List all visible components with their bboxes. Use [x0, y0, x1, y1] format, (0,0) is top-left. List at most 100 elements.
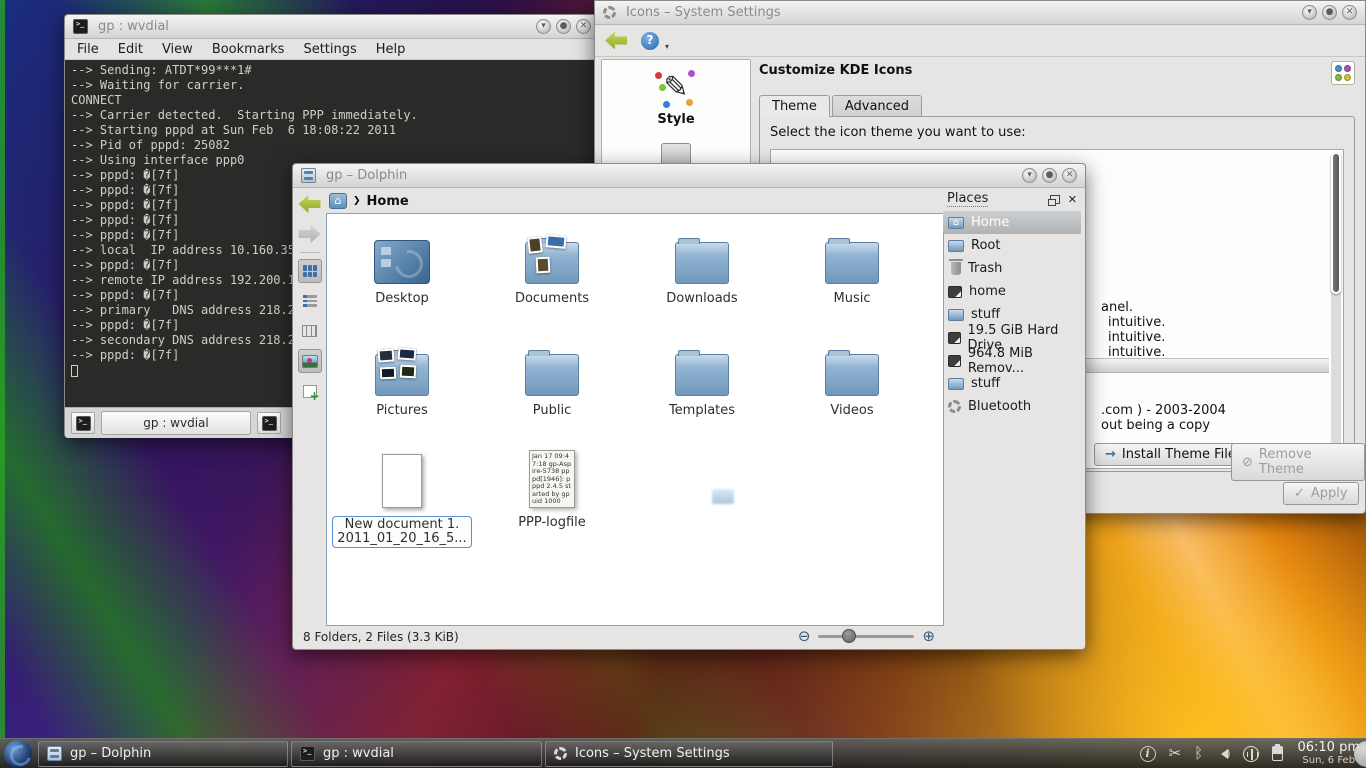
taskbar-task[interactable]: gp – Dolphin — [38, 741, 288, 767]
minimize-button[interactable]: ▾ — [536, 19, 551, 34]
places-item-label: 964.8 MiB Remov... — [968, 346, 1081, 376]
file-item[interactable]: Videos — [782, 336, 922, 448]
places-item-label: Home — [971, 215, 1009, 230]
dolphin-title: gp – Dolphin — [326, 168, 407, 183]
file-item[interactable]: New document 1.2011_01_20_16_5... — [332, 448, 472, 560]
kickoff-launcher-icon[interactable] — [4, 740, 32, 768]
places-item[interactable]: home — [943, 280, 1081, 303]
zoom-slider[interactable] — [818, 635, 914, 638]
menu-file[interactable]: File — [77, 42, 99, 57]
details-view-button[interactable] — [298, 289, 322, 313]
new-tab-button-2[interactable]: >_ — [257, 412, 281, 434]
file-item[interactable]: Downloads — [632, 224, 772, 336]
close-button[interactable]: ✕ — [1342, 5, 1357, 20]
bluetooth-icon[interactable]: ᛒ — [1194, 746, 1203, 761]
maximize-button[interactable]: ● — [1322, 5, 1337, 20]
zoom-out-icon[interactable]: ⊖ — [798, 627, 811, 645]
dolphin-window: gp – Dolphin ▾ ● ✕ ⌂ ❯ Home DesktopDocum… — [292, 163, 1086, 650]
back-button[interactable] — [605, 32, 627, 50]
settings-titlebar[interactable]: Icons – System Settings ▾ ● ✕ — [595, 1, 1365, 25]
menu-bookmarks[interactable]: Bookmarks — [212, 42, 285, 57]
hard-drive-icon — [948, 286, 962, 298]
taskbar: gp – Dolphin>_gp : wvdialIcons – System … — [0, 738, 1366, 768]
apply-button[interactable]: ✓ Apply — [1283, 482, 1359, 505]
file-item[interactable]: Pictures — [332, 336, 472, 448]
menu-settings[interactable]: Settings — [303, 42, 356, 57]
split-view-button[interactable] — [298, 379, 322, 403]
file-item[interactable]: Public — [482, 336, 622, 448]
places-header[interactable]: Places — [947, 191, 988, 207]
file-view[interactable]: DesktopDocuments Downloads Music PicturesPu… — [326, 213, 944, 626]
close-button[interactable]: ✕ — [1062, 168, 1077, 183]
places-item[interactable]: Trash — [943, 257, 1081, 280]
help-icon[interactable]: ? — [641, 32, 659, 50]
folder-icon — [948, 309, 964, 321]
breadcrumb-home[interactable]: Home — [367, 194, 409, 209]
folder-with-previews-icon — [375, 354, 429, 396]
maximize-button[interactable]: ● — [1042, 168, 1057, 183]
minimize-button[interactable]: ▾ — [1022, 168, 1037, 183]
new-tab-button[interactable]: >_ — [71, 412, 95, 434]
icons-view-button[interactable] — [298, 259, 322, 283]
gear-icon — [603, 6, 616, 19]
file-item-label: Downloads — [632, 292, 772, 306]
usb-device-icon[interactable] — [1243, 746, 1259, 762]
menu-view[interactable]: View — [162, 42, 193, 57]
file-item[interactable]: Music — [782, 224, 922, 336]
breadcrumb-separator: ❯ — [353, 196, 361, 206]
maximize-button[interactable]: ● — [556, 19, 571, 34]
tab-theme[interactable]: Theme — [759, 95, 830, 117]
menu-edit[interactable]: Edit — [118, 42, 143, 57]
file-item[interactable]: Documents — [482, 224, 622, 336]
dolphin-titlebar[interactable]: gp – Dolphin ▾ ● ✕ — [293, 164, 1085, 188]
menu-help[interactable]: Help — [376, 42, 406, 57]
places-item[interactable]: Root — [943, 234, 1081, 257]
page-title: Customize KDE Icons — [759, 63, 912, 78]
file-item[interactable]: Desktop — [332, 224, 472, 336]
hard-drive-icon — [948, 355, 961, 367]
places-item[interactable]: ⌂Home — [943, 211, 1081, 234]
style-icon[interactable]: ✎ — [655, 70, 697, 110]
columns-view-button[interactable] — [298, 319, 322, 343]
close-button[interactable]: ✕ — [576, 19, 591, 34]
terminal-titlebar[interactable]: >_ gp : wvdial ▾ ● ✕ — [65, 15, 599, 39]
desktop-icon — [374, 240, 430, 284]
forward-button[interactable] — [298, 222, 322, 246]
detach-panel-icon[interactable] — [1050, 195, 1060, 204]
back-button[interactable] — [298, 192, 322, 216]
zoom-slider-handle[interactable] — [842, 629, 856, 643]
terminal-tab[interactable]: gp : wvdial — [101, 411, 251, 435]
taskbar-task[interactable]: >_gp : wvdial — [291, 741, 542, 767]
theme-list-text-fragment: anel. — [1101, 300, 1133, 315]
icon-size-widget[interactable] — [1331, 61, 1355, 85]
folder-icon — [675, 242, 729, 284]
volume-icon[interactable]: ) — [1216, 747, 1230, 760]
scrollbar-thumb[interactable] — [1331, 152, 1341, 294]
chevron-down-icon[interactable]: ▾ — [665, 42, 669, 51]
remove-theme-button[interactable]: ⊘ Remove Theme — [1231, 443, 1365, 481]
status-text: 8 Folders, 2 Files (3.3 KiB) — [303, 630, 459, 644]
places-item[interactable]: Bluetooth — [943, 395, 1081, 418]
sidebar-item-style[interactable]: Style — [602, 112, 750, 127]
taskbar-task[interactable]: Icons – System Settings — [545, 741, 833, 767]
places-item[interactable]: 964.8 MiB Remov... — [943, 349, 1081, 372]
text-document-icon: Jan 17 09:4 7:18 gp-Asp ire-5738 pp pd[1… — [529, 450, 575, 508]
import-icon: → — [1105, 447, 1116, 462]
tab-advanced[interactable]: Advanced — [832, 95, 922, 117]
check-icon: ✓ — [1294, 486, 1305, 501]
file-item-icon: Jan 17 09:4 7:18 gp-Asp ire-5738 pp pd[1… — [482, 448, 622, 508]
zoom-in-icon[interactable]: ⊕ — [922, 627, 935, 645]
file-item-label: Templates — [632, 404, 772, 418]
file-item-icon — [632, 336, 772, 396]
home-icon[interactable]: ⌂ — [329, 193, 347, 209]
file-item[interactable]: Jan 17 09:4 7:18 gp-Asp ire-5738 pp pd[1… — [482, 448, 622, 560]
preview-toggle-button[interactable] — [298, 349, 322, 373]
theme-list-text-fragment: intuitive. — [1108, 315, 1165, 330]
info-icon[interactable]: i — [1140, 746, 1156, 762]
scrollbar[interactable] — [1331, 152, 1341, 466]
minimize-button[interactable]: ▾ — [1302, 5, 1317, 20]
close-panel-icon[interactable]: ✕ — [1068, 193, 1077, 206]
file-item[interactable]: Templates — [632, 336, 772, 448]
battery-icon[interactable] — [1272, 746, 1283, 761]
klipper-scissors-icon[interactable]: ✂ — [1169, 746, 1182, 761]
